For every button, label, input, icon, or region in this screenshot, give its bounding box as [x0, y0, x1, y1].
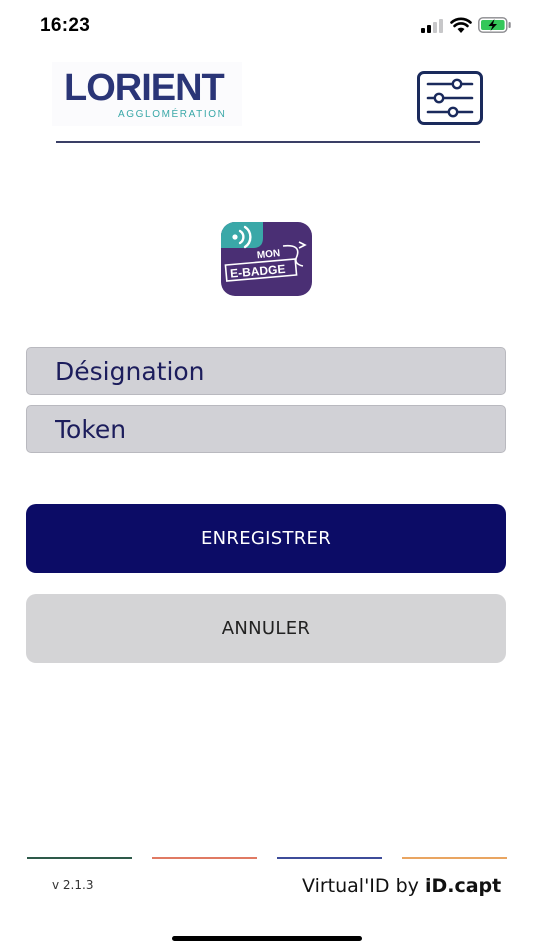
status-bar: 16:23 — [0, 0, 534, 52]
footer-line-blue — [277, 857, 382, 859]
brand-prefix: Virtual'ID by — [302, 875, 425, 897]
sliders-icon — [426, 78, 474, 118]
app-version: v 2.1.3 — [52, 878, 94, 892]
footer-line-orange — [402, 857, 507, 859]
footer-line-coral — [152, 857, 257, 859]
battery-charging-icon — [478, 17, 511, 33]
status-time: 16:23 — [40, 15, 91, 36]
cellular-signal-icon — [421, 19, 445, 33]
settings-button[interactable] — [417, 71, 483, 125]
logo-title: LORIENT — [64, 67, 225, 109]
token-field[interactable] — [26, 405, 506, 453]
designation-field[interactable] — [26, 347, 506, 395]
footer-line-green — [27, 857, 132, 859]
lorient-agglomeration-logo: LORIENT AGGLOMÉRATION — [52, 62, 242, 126]
token-input[interactable] — [27, 406, 505, 452]
designation-input[interactable] — [27, 348, 505, 394]
save-button[interactable]: ENREGISTRER — [26, 504, 506, 573]
mon-e-badge-app-icon: MON E-BADGE — [221, 222, 312, 296]
header-divider — [56, 141, 480, 143]
virtual-id-brand: Virtual'ID by iD.capt — [302, 875, 501, 897]
cancel-button[interactable]: ANNULER — [26, 594, 506, 663]
wifi-icon — [450, 17, 472, 33]
app-icon-line1: MON — [256, 248, 280, 261]
logo-subtitle: AGGLOMÉRATION — [118, 109, 227, 120]
home-indicator[interactable] — [172, 936, 362, 941]
brand-name: iD.capt — [424, 875, 502, 897]
